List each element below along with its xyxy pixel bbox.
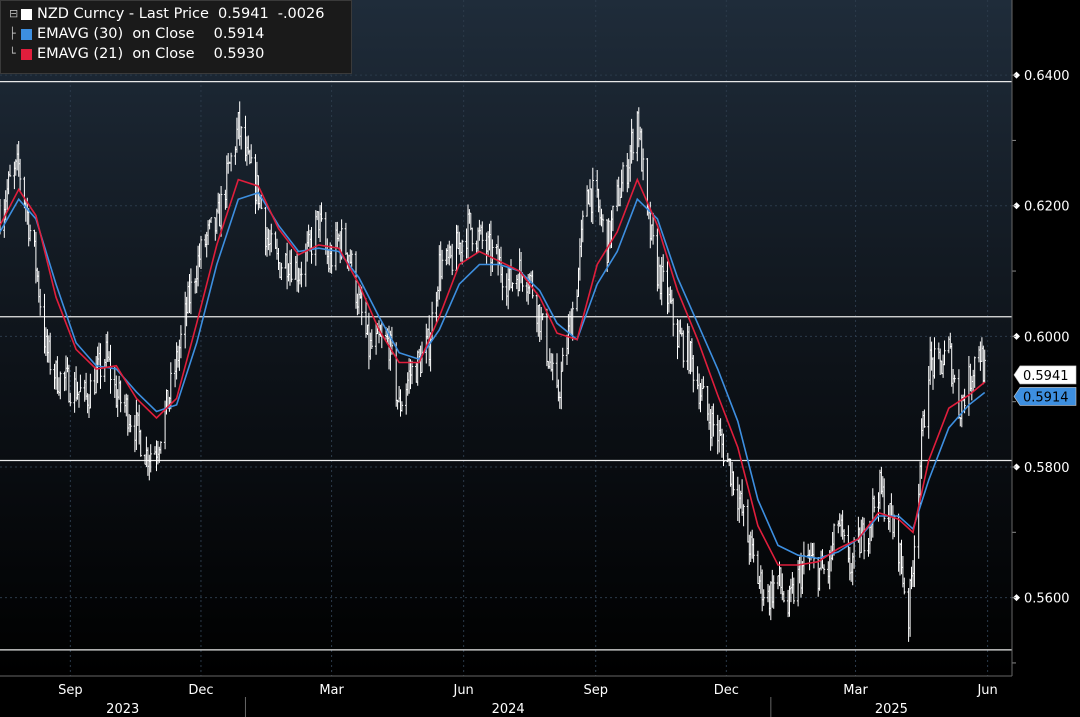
- chart-legend: ⊟ NZD Curncy - Last Price 0.5941 -.0026 …: [0, 0, 352, 74]
- x-tick-label: Sep: [58, 683, 83, 698]
- x-tick-label: Mar: [843, 683, 868, 698]
- y-tick-label: 0.6400: [1024, 69, 1070, 84]
- tree-branch-icon: ├: [9, 27, 16, 40]
- x-tick-label: Jun: [452, 683, 473, 698]
- last-price-tag-label: 0.5941: [1023, 369, 1069, 384]
- tree-branch-icon: └: [9, 47, 16, 60]
- legend-value-ema30: 0.5914: [213, 26, 265, 42]
- legend-row-ema21: └ EMAVG (21) on Close 0.5930: [9, 44, 351, 64]
- plot-background: [0, 0, 1012, 676]
- legend-value-ema21: 0.5930: [213, 46, 265, 62]
- legend-label-price: NZD Curncy - Last Price: [37, 6, 209, 22]
- y-tick-label: 0.6000: [1024, 330, 1070, 345]
- legend-swatch-ema30: [21, 28, 32, 40]
- x-year-label: 2025: [875, 702, 908, 717]
- legend-row-price: ⊟ NZD Curncy - Last Price 0.5941 -.0026: [9, 4, 351, 24]
- x-year-label: 2024: [492, 702, 525, 717]
- legend-change-price: -.0026: [277, 6, 325, 22]
- legend-value-price: 0.5941: [217, 6, 269, 22]
- legend-swatch-ema21: [21, 48, 32, 60]
- y-tick-label: 0.6200: [1024, 200, 1070, 215]
- legend-row-ema30: ├ EMAVG (30) on Close 0.5914: [9, 24, 351, 44]
- x-tick-label: Jun: [976, 683, 997, 698]
- collapse-icon[interactable]: ⊟: [9, 4, 19, 24]
- legend-swatch-price: [21, 8, 32, 20]
- y-tick-label: 0.5600: [1024, 592, 1070, 607]
- legend-label-ema30: EMAVG (30) on Close: [37, 26, 195, 42]
- x-tick-label: Sep: [583, 683, 608, 698]
- x-year-label: 2023: [106, 702, 139, 717]
- price-chart: 0.6400 0.6200 0.6000 0.5800 0.5600 Sep Dec Mar…: [0, 0, 1080, 717]
- axis-background: [1012, 0, 1080, 717]
- legend-label-ema21: EMAVG (21) on Close: [37, 46, 195, 62]
- y-tick-label: 0.5800: [1024, 461, 1070, 476]
- ema30-tag-label: 0.5914: [1023, 390, 1069, 405]
- x-tick-label: Dec: [188, 683, 213, 698]
- x-tick-label: Mar: [319, 683, 344, 698]
- x-tick-label: Dec: [714, 683, 739, 698]
